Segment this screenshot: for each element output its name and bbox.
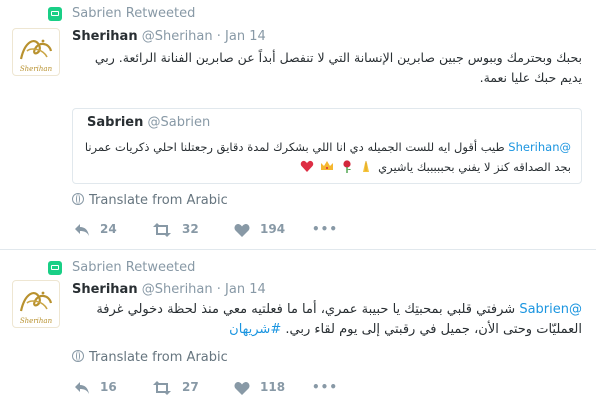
retweet-icon — [153, 381, 171, 395]
retweet-button[interactable]: 27 — [152, 380, 199, 398]
avatar[interactable]: Sherihan — [12, 280, 60, 328]
retweet-icon — [153, 223, 171, 237]
author-handle[interactable]: @Sherihan — [142, 282, 213, 297]
translate-label: Translate from Arabic — [89, 350, 228, 365]
author-name[interactable]: Sherihan — [72, 282, 138, 297]
globe-icon — [72, 350, 84, 362]
sherihan-logo: Sherihan — [20, 39, 53, 73]
separator-dot: · — [216, 29, 221, 44]
quoted-tweet-header: Sabrien @Sabrien — [87, 115, 210, 130]
globe-icon — [72, 193, 84, 205]
heart-icon — [234, 223, 250, 237]
tweet[interactable]: Sabrien Retweeted Sherihan Sherihan @She… — [0, 250, 596, 402]
tweet-text-line: العمليّات وحتى الأن، جميل في رقبتي إلى ي… — [72, 320, 582, 340]
hands-emoji-icon — [363, 161, 370, 172]
tweet-actions: 16 27 118 ••• — [72, 380, 372, 398]
avatar[interactable]: Sherihan — [12, 28, 60, 76]
reply-count: 24 — [100, 222, 117, 236]
retweet-badge-icon — [48, 7, 62, 21]
more-button[interactable]: ••• — [312, 222, 338, 240]
author-name[interactable]: Sherihan — [72, 29, 138, 44]
rose-emoji-icon — [343, 160, 351, 173]
tweet[interactable]: Sabrien Retweeted Sherihan Sherihan @She… — [0, 0, 596, 250]
tweet-text-part: شرفتي قلبي بمحبتِك يا حبيبة عمري، أما ما… — [96, 302, 516, 317]
reply-count: 16 — [100, 380, 117, 394]
quoted-tweet-text: @Sherihan طيب أقول ايه للست الجميله دي ا… — [83, 137, 571, 177]
retweeted-by-label[interactable]: Sabrien Retweeted — [72, 6, 195, 21]
quoted-author-name: Sabrien — [87, 115, 144, 130]
more-button[interactable]: ••• — [312, 380, 338, 398]
hashtag-link[interactable]: #شريهان — [229, 322, 281, 337]
reply-button[interactable]: 16 — [74, 380, 117, 398]
mention-link[interactable]: @Sabrien — [519, 302, 582, 317]
sherihan-logo: Sherihan — [20, 291, 53, 325]
heart-icon — [234, 381, 250, 395]
retweeted-by-label[interactable]: Sabrien Retweeted — [72, 260, 195, 275]
tweet-text: بحبك وبحترمك وببوس جبين صابرين الإنسانة … — [94, 50, 582, 85]
author-handle[interactable]: @Sherihan — [142, 29, 213, 44]
more-icon: ••• — [312, 222, 339, 236]
reply-icon — [75, 382, 89, 394]
retweet-count: 27 — [182, 380, 199, 394]
tweet-text-part: العمليّات وحتى الأن، جميل في رقبتي إلى ي… — [285, 322, 582, 337]
retweet-badge-icon — [48, 261, 62, 275]
reply-button[interactable]: 24 — [74, 222, 117, 240]
quoted-author-handle: @Sabrien — [147, 115, 211, 130]
quoted-tweet[interactable]: Sabrien @Sabrien @Sherihan طيب أقول ايه … — [72, 108, 582, 184]
mention-link[interactable]: @Sherihan — [508, 140, 571, 154]
tweet-text-line: @Sabrien شرفتي قلبي بمحبتِك يا حبيبة عمر… — [72, 300, 582, 320]
like-button[interactable]: 194 — [234, 222, 285, 240]
separator-dot: · — [216, 282, 221, 297]
timestamp[interactable]: Jan 14 — [225, 29, 266, 44]
heart-emoji-icon — [301, 160, 314, 172]
crown-emoji-icon — [321, 161, 334, 170]
retweet-count: 32 — [182, 222, 199, 236]
like-button[interactable]: 118 — [234, 380, 285, 398]
translate-link[interactable]: Translate from Arabic — [72, 350, 228, 365]
retweet-button[interactable]: 32 — [152, 222, 199, 240]
tweet-actions: 24 32 194 ••• — [72, 222, 372, 240]
like-count: 194 — [260, 222, 286, 236]
more-icon: ••• — [312, 380, 339, 394]
translate-link[interactable]: Translate from Arabic — [72, 193, 228, 208]
svg-text:Sherihan: Sherihan — [20, 317, 53, 325]
timestamp[interactable]: Jan 14 — [225, 282, 266, 297]
tweet-header: Sherihan @Sherihan · Jan 14 — [72, 29, 266, 44]
svg-text:Sherihan: Sherihan — [20, 65, 53, 73]
tweet-header: Sherihan @Sherihan · Jan 14 — [72, 282, 266, 297]
translate-label: Translate from Arabic — [89, 193, 228, 208]
reply-icon — [75, 224, 89, 236]
like-count: 118 — [260, 380, 286, 394]
tweet-text: @Sabrien شرفتي قلبي بمحبتِك يا حبيبة عمر… — [72, 300, 582, 340]
